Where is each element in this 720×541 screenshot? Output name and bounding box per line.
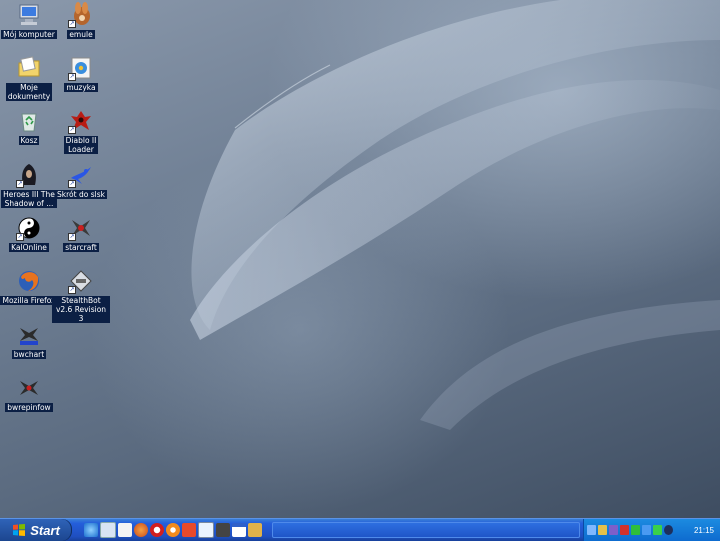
starcraft-icon: ↗ — [68, 215, 94, 241]
tools-icon[interactable] — [248, 523, 262, 537]
firefox-icon — [16, 268, 42, 294]
desktop-icon-bwrepinfo[interactable]: bwrepinfow — [0, 375, 58, 412]
firefox-quick-icon[interactable] — [134, 523, 148, 537]
desktop-icon-kalonline[interactable]: ↗ KalOnline — [0, 215, 58, 252]
computer-icon — [16, 2, 42, 28]
icon-label: Heroes III The Shadow of ... — [1, 190, 57, 208]
desktop-icon-emule[interactable]: ↗ emule — [52, 2, 110, 39]
start-button[interactable]: Start — [0, 519, 72, 541]
folder-icon — [16, 55, 42, 81]
media-player-icon[interactable] — [166, 523, 180, 537]
windows-logo-icon — [13, 524, 26, 536]
quick-launch-bar — [84, 521, 264, 539]
icon-label: Moje dokumenty — [5, 83, 53, 101]
icon-label: Mój komputer — [1, 30, 57, 39]
show-desktop-icon[interactable] — [100, 522, 116, 538]
bwrepinfo-icon — [16, 375, 42, 401]
starcraft-quick-icon[interactable] — [216, 523, 230, 537]
desktop-icon-firefox[interactable]: Mozilla Firefox — [0, 268, 58, 305]
icon-label: starcraft — [63, 243, 99, 252]
shortcut-arrow-icon: ↗ — [68, 233, 76, 241]
shortcut-arrow-icon: ↗ — [68, 20, 76, 28]
shortcut-arrow-icon: ↗ — [68, 126, 76, 134]
desktop-icon-starcraft[interactable]: ↗ starcraft — [52, 215, 110, 252]
icon-label: StealthBot v2.6 Revision 3 — [52, 296, 110, 323]
icon-label: KalOnline — [9, 243, 49, 252]
battery-tray-icon[interactable] — [653, 525, 662, 535]
desktop-icon-diablo[interactable]: ↗ Diablo II Loader — [52, 108, 110, 154]
shortcut-arrow-icon: ↗ — [68, 73, 76, 81]
ie-icon[interactable] — [84, 523, 98, 537]
status-tray-icon[interactable] — [631, 525, 640, 535]
diablo-icon: ↗ — [68, 108, 94, 134]
security-tray-icon[interactable] — [609, 525, 618, 535]
icon-label: Skrót do slsk — [55, 190, 107, 199]
window-icon[interactable] — [232, 523, 246, 537]
media-icon: ↗ — [68, 55, 94, 81]
network-tray-icon[interactable] — [587, 525, 596, 535]
desktop-icon-soulseek[interactable]: ↗ Skrót do slsk — [52, 162, 110, 199]
icon-label: bwrepinfow — [5, 403, 53, 412]
documents-icon[interactable] — [118, 523, 132, 537]
antivirus-tray-icon[interactable] — [620, 525, 629, 535]
icon-label: emule — [67, 30, 95, 39]
yin-yang-icon: ↗ — [16, 215, 42, 241]
soulseek-icon: ↗ — [68, 162, 94, 188]
icon-label: Mozilla Firefox — [0, 296, 58, 305]
volume-tray-icon[interactable] — [598, 525, 607, 535]
icon-label: Diablo II Loader — [63, 136, 99, 154]
system-tray: 21:15 — [583, 519, 720, 541]
bwchart-icon — [16, 322, 42, 348]
stealthbot-icon: ↗ — [68, 268, 94, 294]
recycle-bin-icon — [16, 108, 42, 134]
desktop-icon-my-computer[interactable]: Mój komputer — [0, 2, 58, 39]
opera-icon[interactable] — [150, 523, 164, 537]
task-button-area[interactable] — [272, 522, 580, 538]
desktop-icon-stealthbot[interactable]: ↗ StealthBot v2.6 Revision 3 — [52, 268, 110, 323]
start-label: Start — [30, 522, 60, 538]
desktop-icon-recycle-bin[interactable]: Kosz — [0, 108, 58, 145]
notepad-icon[interactable] — [198, 522, 214, 538]
clock[interactable]: 21:15 — [694, 526, 714, 535]
shortcut-arrow-icon: ↗ — [16, 180, 24, 188]
desktop-icon-muzyka[interactable]: ↗ muzyka — [52, 55, 110, 92]
desktop[interactable]: Mój komputer ↗ emule Moje dokumenty ↗ mu… — [0, 0, 720, 518]
desktop-icon-bwchart[interactable]: bwchart — [0, 322, 58, 359]
icon-label: muzyka — [64, 83, 98, 92]
icon-label: bwchart — [11, 350, 47, 359]
music-tray-icon[interactable] — [642, 525, 651, 535]
desktop-icon-heroes[interactable]: ↗ Heroes III The Shadow of ... — [0, 162, 58, 208]
desktop-icon-my-documents[interactable]: Moje dokumenty — [0, 55, 58, 101]
emule-icon: ↗ — [68, 2, 94, 28]
shortcut-arrow-icon: ↗ — [16, 233, 24, 241]
heroes-icon: ↗ — [16, 162, 42, 188]
shortcut-arrow-icon: ↗ — [68, 180, 76, 188]
shortcut-arrow-icon: ↗ — [68, 286, 76, 294]
winamp-icon[interactable] — [182, 523, 196, 537]
chat-tray-icon[interactable] — [664, 525, 673, 535]
icon-label: Kosz — [18, 136, 40, 145]
taskbar: Start 21:15 — [0, 518, 720, 541]
